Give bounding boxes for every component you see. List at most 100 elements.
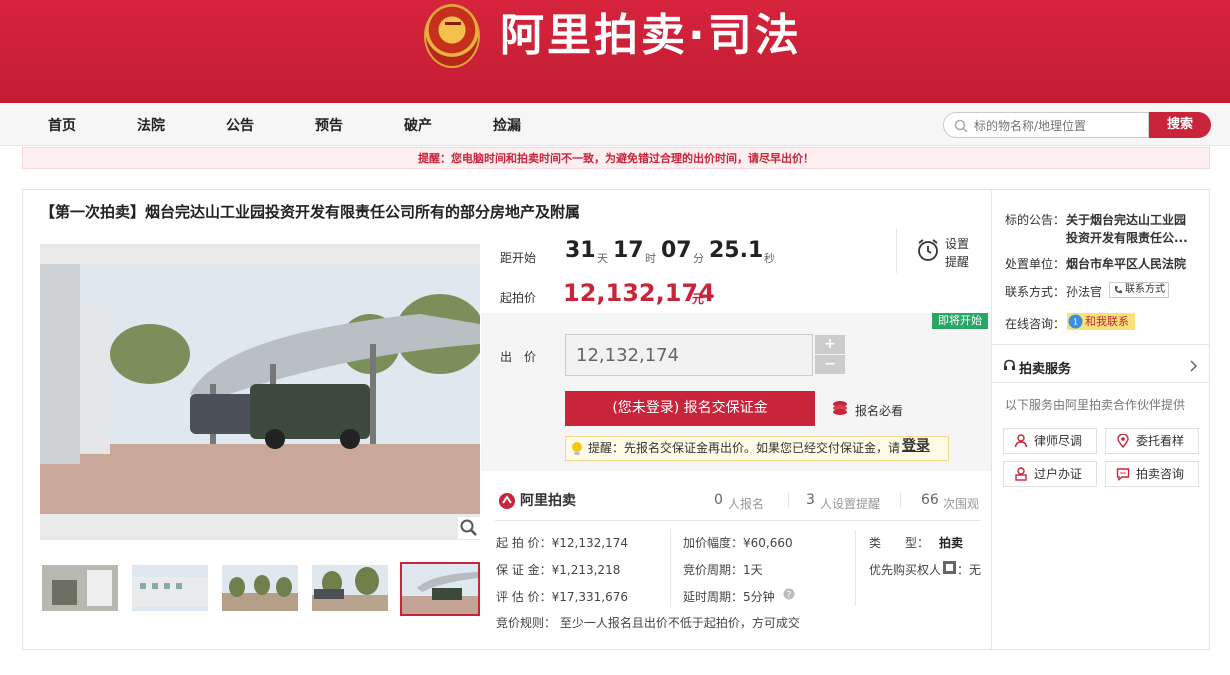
countdown-hours-unit: 时 (645, 252, 656, 265)
countdown-days-unit: 天 (597, 252, 608, 265)
countdown-minutes: 07 (661, 238, 692, 263)
signup-deposit-button[interactable]: (您未登录) 报名交保证金 (565, 391, 815, 426)
thumbnail-5-selected[interactable] (400, 562, 480, 616)
search-box (943, 112, 1149, 138)
zoom-icon[interactable] (458, 517, 480, 539)
nav-item-court[interactable]: 法院 (137, 115, 165, 135)
alarm-clock-icon (918, 239, 938, 261)
service-label: 委托看样 (1136, 434, 1185, 448)
headset-icon (1004, 359, 1015, 370)
help-icon[interactable]: ? (783, 588, 795, 600)
main-photo[interactable] (40, 244, 480, 540)
signup-count: 0 (714, 492, 723, 508)
start-price-label: 起拍价 (500, 291, 537, 305)
svg-text:?: ? (787, 591, 792, 601)
contact-label: 联系方式： (1005, 285, 1066, 299)
lightbulb-icon (572, 442, 582, 455)
service-transfer-certificate[interactable]: 过户办证 (1003, 461, 1097, 487)
bid-label: 出 价 (500, 350, 537, 364)
detail-increment: 加价幅度：¥60,660 (683, 536, 793, 550)
service-auction-consult[interactable]: 拍卖咨询 (1105, 461, 1199, 487)
thumbnail-4[interactable] (312, 565, 388, 611)
time-notice: 提醒：您电脑时间和拍卖时间不一致，为避免错过合理的出价时间，请尽早出价！ (22, 147, 1210, 169)
status-badge: 即将开始 (932, 313, 988, 329)
detail-type-value: 拍卖 (939, 536, 964, 550)
countdown-label: 距开始 (500, 251, 537, 265)
thumbnail-1[interactable] (42, 565, 118, 611)
countdown-hours: 17 (613, 238, 644, 263)
detail-start-price: 起 拍 价：¥12,132,174 (496, 536, 628, 550)
must-read-label: 报名必看 (855, 404, 904, 418)
phone-icon (1115, 286, 1122, 294)
increase-button[interactable]: + (815, 335, 845, 354)
main-nav: 首页 法院 公告 预告 破产 捡漏 搜索 (0, 103, 1230, 146)
court-emblem-icon (424, 4, 480, 68)
ali-auction-logo-icon (499, 493, 515, 509)
site-logo[interactable]: 阿里拍卖·司法 (500, 6, 802, 66)
disposal-unit-label: 处置单位： (1005, 257, 1066, 271)
nav-item-announcement[interactable]: 公告 (226, 115, 254, 135)
view-count-label: 次围观 (943, 497, 980, 511)
search-input[interactable] (972, 116, 1146, 136)
services-title: 拍卖服务 (1019, 362, 1072, 377)
contact-name: 孙法官 (1066, 285, 1103, 299)
chevron-right-icon[interactable] (1188, 360, 1198, 372)
service-label: 过户办证 (1034, 467, 1083, 481)
message-icon (1116, 468, 1130, 481)
contact-info-label: 联系方式 (1125, 284, 1165, 295)
coins-icon (833, 401, 847, 415)
nav-item-bankruptcy[interactable]: 破产 (404, 115, 432, 135)
contact-info-button[interactable]: 联系方式 (1109, 282, 1169, 298)
countdown-seconds: 25.1 (709, 238, 764, 263)
svg-text:1: 1 (1073, 318, 1078, 327)
countdown-minutes-unit: 分 (693, 252, 704, 265)
detail-cycle: 竞价周期：1天 (683, 563, 763, 577)
location-pin-icon (1117, 434, 1129, 448)
tip-text: 提醒：先报名交保证金再出价。如果您已经交付保证金，请 (588, 441, 901, 455)
service-label: 拍卖咨询 (1136, 467, 1185, 481)
countdown-days: 31 (565, 238, 596, 263)
detail-appraisal: 评 估 价：¥17,331,676 (496, 590, 628, 604)
search-button[interactable]: 搜索 (1149, 112, 1211, 138)
service-label: 律师尽调 (1034, 434, 1083, 448)
reminder-count: 3 (806, 492, 815, 508)
transfer-person-icon (1015, 467, 1027, 481)
nav-item-bargain[interactable]: 捡漏 (493, 115, 521, 135)
services-description: 以下服务由阿里拍卖合作伙伴提供 (1005, 398, 1186, 412)
announcement-label: 标的公告： (1005, 213, 1066, 227)
detail-type-label: 类 型： (869, 536, 930, 550)
start-price-unit: 元 (692, 292, 705, 306)
thumbnail-2[interactable] (132, 565, 208, 611)
detail-priority-label: 优先购买权人 (869, 563, 942, 577)
chat-button-label: 和我联系 (1085, 315, 1129, 328)
detail-rule: 竞价规则： 至少一人报名且出价不低于起拍价，方可成交 (496, 616, 800, 630)
announcement-link-line2[interactable]: 投资开发有限责任公... (1066, 229, 1188, 246)
login-link[interactable]: 登录 (902, 435, 930, 458)
countdown-seconds-unit: 秒 (764, 252, 775, 265)
set-reminder-button[interactable]: 设置 提醒 (896, 229, 987, 273)
service-entrusted-viewing[interactable]: 委托看样 (1105, 428, 1199, 454)
thumbnail-3[interactable] (222, 565, 298, 611)
login-tip: 提醒：先报名交保证金再出价。如果您已经交付保证金，请 登录 (565, 436, 949, 461)
page-title: 【第一次拍卖】烟台完达山工业园投资开发有限责任公司所有的部分房地产及附属 (40, 203, 581, 221)
online-consult-label: 在线咨询： (1005, 317, 1066, 331)
info-badge-icon (943, 561, 956, 574)
nav-item-home[interactable]: 首页 (48, 115, 76, 135)
nav-item-preview[interactable]: 预告 (315, 115, 343, 135)
search-icon (954, 119, 968, 133)
lawyer-icon (1014, 434, 1028, 448)
disposal-unit-value[interactable]: 烟台市牟平区人民法院 (1066, 255, 1186, 272)
remind-label-2: 提醒 (945, 255, 970, 269)
detail-delay: 延时周期：5分钟 (683, 590, 775, 604)
bid-price-input[interactable] (565, 334, 813, 376)
service-lawyer-due-diligence[interactable]: 律师尽调 (1003, 428, 1097, 454)
detail-priority-value: ：无 (957, 563, 982, 577)
ali-auction-logo-text: 阿里拍卖 (520, 493, 576, 509)
remind-label-1: 设置 (945, 237, 970, 251)
reminder-count-label: 人设置提醒 (820, 497, 881, 511)
chat-button[interactable]: 1 和我联系 (1067, 313, 1135, 330)
chat-icon: 1 (1068, 314, 1083, 329)
announcement-link-line1[interactable]: 关于烟台完达山工业园 (1066, 211, 1186, 228)
decrease-button[interactable]: − (815, 355, 845, 374)
signup-count-label: 人报名 (728, 497, 765, 511)
